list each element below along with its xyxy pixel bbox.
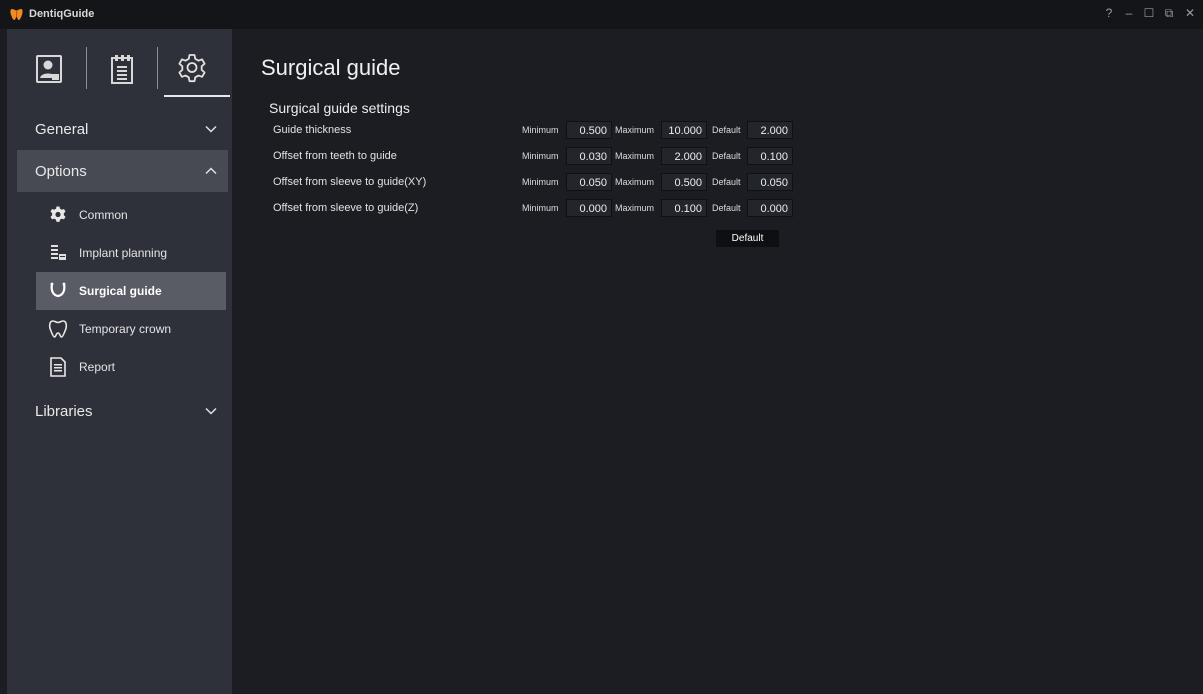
minimum-label: Minimum xyxy=(522,125,559,135)
tab-report-list[interactable] xyxy=(97,43,147,95)
minimum-label: Minimum xyxy=(522,151,559,161)
default-label: Default xyxy=(712,203,741,213)
default-input[interactable] xyxy=(747,121,793,139)
section-options-label: Options xyxy=(35,162,87,180)
default-label: Default xyxy=(712,177,741,187)
document-icon xyxy=(47,356,69,378)
minimum-input[interactable] xyxy=(566,173,612,191)
setting-row-offset-teeth: Offset from teeth to guide Minimum Maxim… xyxy=(273,147,813,167)
maximum-label: Maximum xyxy=(615,177,655,187)
default-input[interactable] xyxy=(747,147,793,165)
minimum-input[interactable] xyxy=(566,121,612,139)
minimize-button[interactable]: – xyxy=(1122,6,1136,22)
maximum-input[interactable] xyxy=(661,121,707,139)
maximum-input[interactable] xyxy=(661,199,707,217)
setting-label: Offset from sleeve to guide(XY) xyxy=(273,176,427,188)
settings-gear-icon xyxy=(178,54,206,83)
sidebar-item-implant-planning[interactable]: Implant planning xyxy=(36,234,226,272)
section-libraries[interactable]: Libraries xyxy=(17,390,228,432)
maximum-input[interactable] xyxy=(661,147,707,165)
patient-icon xyxy=(36,55,62,83)
section-title: Surgical guide settings xyxy=(269,100,410,116)
default-label: Default xyxy=(712,151,741,161)
app-logo-icon xyxy=(10,9,23,20)
close-button[interactable]: ✕ xyxy=(1183,6,1197,22)
implant-icon xyxy=(47,242,69,264)
setting-label: Guide thickness xyxy=(273,124,352,136)
gear-icon xyxy=(47,204,69,226)
sidebar: General Options Common Implant planning … xyxy=(7,29,232,694)
maximum-label: Maximum xyxy=(615,125,655,135)
chevron-up-icon xyxy=(205,167,217,175)
title-bar: DentiqGuide ? – ☐ ⧉ ✕ xyxy=(0,0,1203,29)
tooth-icon xyxy=(47,318,69,340)
sidebar-item-report[interactable]: Report xyxy=(36,348,226,386)
report-list-icon xyxy=(111,55,133,84)
default-input[interactable] xyxy=(747,173,793,191)
sidebar-item-label: Temporary crown xyxy=(79,322,172,336)
default-input[interactable] xyxy=(747,199,793,217)
divider xyxy=(86,47,87,89)
section-libraries-label: Libraries xyxy=(35,402,93,420)
default-button[interactable]: Default xyxy=(716,230,779,247)
tab-patient[interactable] xyxy=(24,43,74,95)
page-title: Surgical guide xyxy=(261,55,401,80)
sidebar-item-label: Common xyxy=(79,208,128,222)
tab-settings[interactable] xyxy=(164,43,230,97)
help-button[interactable]: ? xyxy=(1102,6,1116,22)
chevron-down-icon xyxy=(205,125,217,133)
surgical-guide-icon xyxy=(47,280,69,302)
setting-label: Offset from teeth to guide xyxy=(273,150,397,162)
sidebar-item-label: Surgical guide xyxy=(79,284,162,298)
section-general-label: General xyxy=(35,120,89,138)
maximize-button[interactable]: ☐ xyxy=(1142,6,1156,22)
sidebar-item-label: Report xyxy=(79,360,116,374)
default-label: Default xyxy=(712,125,741,135)
sidebar-item-label: Implant planning xyxy=(79,246,168,260)
section-general[interactable]: General xyxy=(17,108,228,150)
chevron-down-icon xyxy=(205,407,217,415)
maximum-label: Maximum xyxy=(615,151,655,161)
sidebar-top-tabs xyxy=(7,29,232,103)
maximum-label: Maximum xyxy=(615,203,655,213)
minimum-input[interactable] xyxy=(566,199,612,217)
section-options[interactable]: Options xyxy=(17,150,228,192)
sidebar-item-surgical-guide[interactable]: Surgical guide xyxy=(36,272,226,310)
sidebar-item-common[interactable]: Common xyxy=(36,196,226,234)
app-title: DentiqGuide xyxy=(29,8,95,20)
minimum-label: Minimum xyxy=(522,203,559,213)
restore-button[interactable]: ⧉ xyxy=(1162,6,1176,22)
setting-row-offset-sleeve-z: Offset from sleeve to guide(Z) Minimum M… xyxy=(273,199,813,219)
setting-row-offset-sleeve-xy: Offset from sleeve to guide(XY) Minimum … xyxy=(273,173,813,193)
setting-label: Offset from sleeve to guide(Z) xyxy=(273,202,419,214)
minimum-label: Minimum xyxy=(522,177,559,187)
sidebar-item-temporary-crown[interactable]: Temporary crown xyxy=(36,310,226,348)
divider xyxy=(157,47,158,89)
maximum-input[interactable] xyxy=(661,173,707,191)
minimum-input[interactable] xyxy=(566,147,612,165)
setting-row-guide-thickness: Guide thickness Minimum Maximum Default xyxy=(273,121,813,141)
